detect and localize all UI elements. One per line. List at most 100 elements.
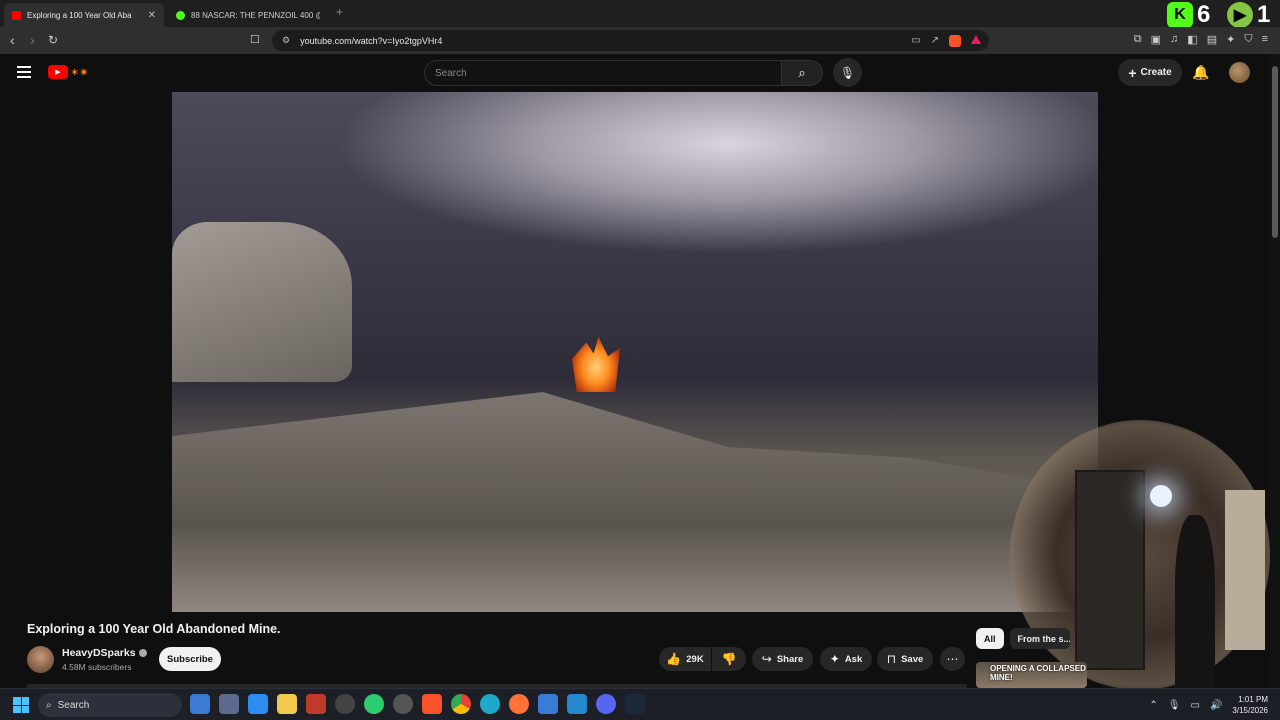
- app-icon[interactable]: [219, 694, 239, 714]
- plus-icon: +: [1128, 64, 1137, 81]
- app-icon[interactable]: [306, 694, 326, 714]
- media-icon[interactable]: ♫: [1170, 33, 1178, 46]
- verified-icon: [138, 649, 147, 658]
- share-page-icon[interactable]: ↗: [931, 35, 939, 47]
- video-frame-rock: [172, 222, 352, 382]
- tray-overflow-icon[interactable]: ⌃: [1149, 700, 1157, 711]
- dislike-button[interactable]: 👎: [712, 647, 746, 671]
- discord-icon[interactable]: [596, 694, 616, 714]
- menu-icon[interactable]: ≡: [1262, 33, 1268, 46]
- app-icon[interactable]: [538, 694, 558, 714]
- subscriber-count: 4.58M subscribers: [62, 662, 132, 672]
- firefox-icon[interactable]: [509, 694, 529, 714]
- kick-icon: K: [1167, 2, 1193, 28]
- create-button[interactable]: + Create: [1118, 59, 1182, 86]
- reload-icon[interactable]: ↻: [48, 33, 58, 47]
- channel-avatar[interactable]: [27, 646, 54, 673]
- guide-menu-icon[interactable]: [17, 66, 31, 78]
- leo-icon[interactable]: ✦: [1226, 33, 1235, 46]
- webcam-curtain: [1225, 490, 1265, 650]
- app-icon[interactable]: [393, 694, 413, 714]
- video-frame-ground: [172, 392, 1098, 612]
- windows-start-icon[interactable]: [13, 697, 29, 713]
- search-icon: ⌕: [46, 699, 52, 711]
- account-avatar[interactable]: [1229, 62, 1250, 83]
- mic-tray-icon[interactable]: 🎙: [1168, 700, 1181, 711]
- browser-toolbar: ‹ › ↻ ☐ ⚙ youtube.com/watch?v=Iyo2tgpVHr…: [0, 27, 1280, 54]
- clock[interactable]: 1:01 PM 3/15/2026: [1232, 694, 1268, 716]
- sparkle-icon: ✦: [829, 652, 840, 666]
- create-label: Create: [1140, 67, 1172, 78]
- app-icon[interactable]: [248, 694, 268, 714]
- taskbar-apps: [190, 694, 645, 714]
- kick-favicon-icon: [176, 10, 185, 20]
- address-bar[interactable]: ⚙ youtube.com/watch?v=Iyo2tgpVHr4 ▭ ↗: [272, 30, 989, 51]
- brave-icon[interactable]: [422, 694, 442, 714]
- webcam-light: [1150, 485, 1172, 507]
- wallet-icon[interactable]: ▤: [1207, 33, 1217, 46]
- windows-taskbar: ⌕ Search ⌃ 🎙 ▭ 🔊 1:01 PM 3/15/2026: [0, 688, 1280, 720]
- scrollbar-thumb[interactable]: [1272, 66, 1278, 238]
- bookmark-icon[interactable]: ☐: [250, 33, 260, 46]
- extensions-icon[interactable]: ⧉: [1134, 33, 1142, 46]
- brave-rewards-icon[interactable]: [971, 34, 981, 44]
- app-icon[interactable]: [335, 694, 355, 714]
- clock-time: 1:01 PM: [1238, 695, 1268, 704]
- tab-youtube[interactable]: Exploring a 100 Year Old Aba ✕: [4, 3, 164, 27]
- tab-nascar[interactable]: 88 NASCAR: THE PENNZOIL 400 @ L: [168, 3, 328, 27]
- screenshot-icon[interactable]: ▣: [1151, 33, 1161, 46]
- video-frame-fire: [572, 337, 620, 392]
- subscribe-button[interactable]: Subscribe: [159, 647, 221, 671]
- kick-count: 6: [1197, 1, 1211, 28]
- taskbar-search[interactable]: ⌕ Search: [38, 693, 182, 717]
- edge-icon[interactable]: [480, 694, 500, 714]
- more-actions-button[interactable]: ⋯: [940, 647, 965, 671]
- page-scrollbar[interactable]: [1270, 54, 1280, 688]
- close-tab-icon[interactable]: ✕: [148, 10, 156, 21]
- vpn-icon[interactable]: ⛉: [1244, 33, 1252, 46]
- widgets-icon[interactable]: [190, 694, 210, 714]
- cast-icon[interactable]: ▭: [911, 35, 920, 47]
- ask-button[interactable]: ✦ Ask: [820, 647, 872, 671]
- chrome-icon[interactable]: [451, 694, 471, 714]
- tab-title: 88 NASCAR: THE PENNZOIL 400 @ L: [191, 10, 320, 20]
- chip-from-channel[interactable]: From the s...: [1009, 628, 1070, 649]
- voice-search-button[interactable]: 🎙: [833, 58, 862, 87]
- site-info-icon[interactable]: ⚙: [282, 35, 290, 46]
- volume-icon[interactable]: 🔊: [1210, 700, 1222, 711]
- vscode-icon[interactable]: [567, 694, 587, 714]
- network-icon[interactable]: ▭: [1191, 700, 1200, 711]
- notifications-bell-icon[interactable]: 🔔: [1192, 64, 1209, 81]
- taskbar-search-label: Search: [57, 699, 90, 711]
- share-button[interactable]: ↪ Share: [752, 647, 813, 671]
- steam-icon[interactable]: [625, 694, 645, 714]
- back-icon[interactable]: ‹: [10, 32, 15, 48]
- video-title: Exploring a 100 Year Old Abandoned Mine.: [27, 622, 281, 636]
- rumble-icon: ▶: [1227, 2, 1253, 28]
- bookmark-save-icon: ⊓: [886, 652, 897, 666]
- brave-shields-icon[interactable]: [949, 34, 961, 47]
- related-chips: All From the s...: [976, 628, 1070, 649]
- search-input[interactable]: Search: [424, 60, 782, 86]
- forward-icon[interactable]: ›: [30, 32, 35, 48]
- youtube-logo[interactable]: ▶ ✶✷: [48, 65, 88, 79]
- recommended-video-thumbnail[interactable]: OPENING A COLLAPSED MINE!: [976, 662, 1087, 688]
- file-explorer-icon[interactable]: [277, 694, 297, 714]
- sidebar-icon[interactable]: ◧: [1187, 33, 1197, 46]
- system-tray: ⌃ 🎙 ▭ 🔊 1:01 PM 3/15/2026: [1149, 694, 1268, 716]
- app-icon[interactable]: [364, 694, 384, 714]
- webcam-shelf: [1075, 470, 1145, 670]
- save-button[interactable]: ⊓ Save: [877, 647, 933, 671]
- save-label: Save: [901, 653, 924, 665]
- like-button[interactable]: 👍 29K: [659, 647, 711, 671]
- share-label: Share: [776, 653, 804, 665]
- tab-title: Exploring a 100 Year Old Aba: [27, 10, 132, 20]
- address-text: youtube.com/watch?v=Iyo2tgpVHr4: [300, 35, 443, 46]
- search-button[interactable]: ⌕: [781, 60, 823, 86]
- share-icon: ↪: [761, 652, 772, 666]
- chip-all[interactable]: All: [976, 628, 1004, 649]
- video-player[interactable]: [172, 92, 1098, 612]
- channel-name-link[interactable]: HeavyDSparks: [62, 647, 147, 659]
- new-tab-button[interactable]: +: [336, 5, 343, 19]
- rumble-count: 1: [1257, 1, 1271, 28]
